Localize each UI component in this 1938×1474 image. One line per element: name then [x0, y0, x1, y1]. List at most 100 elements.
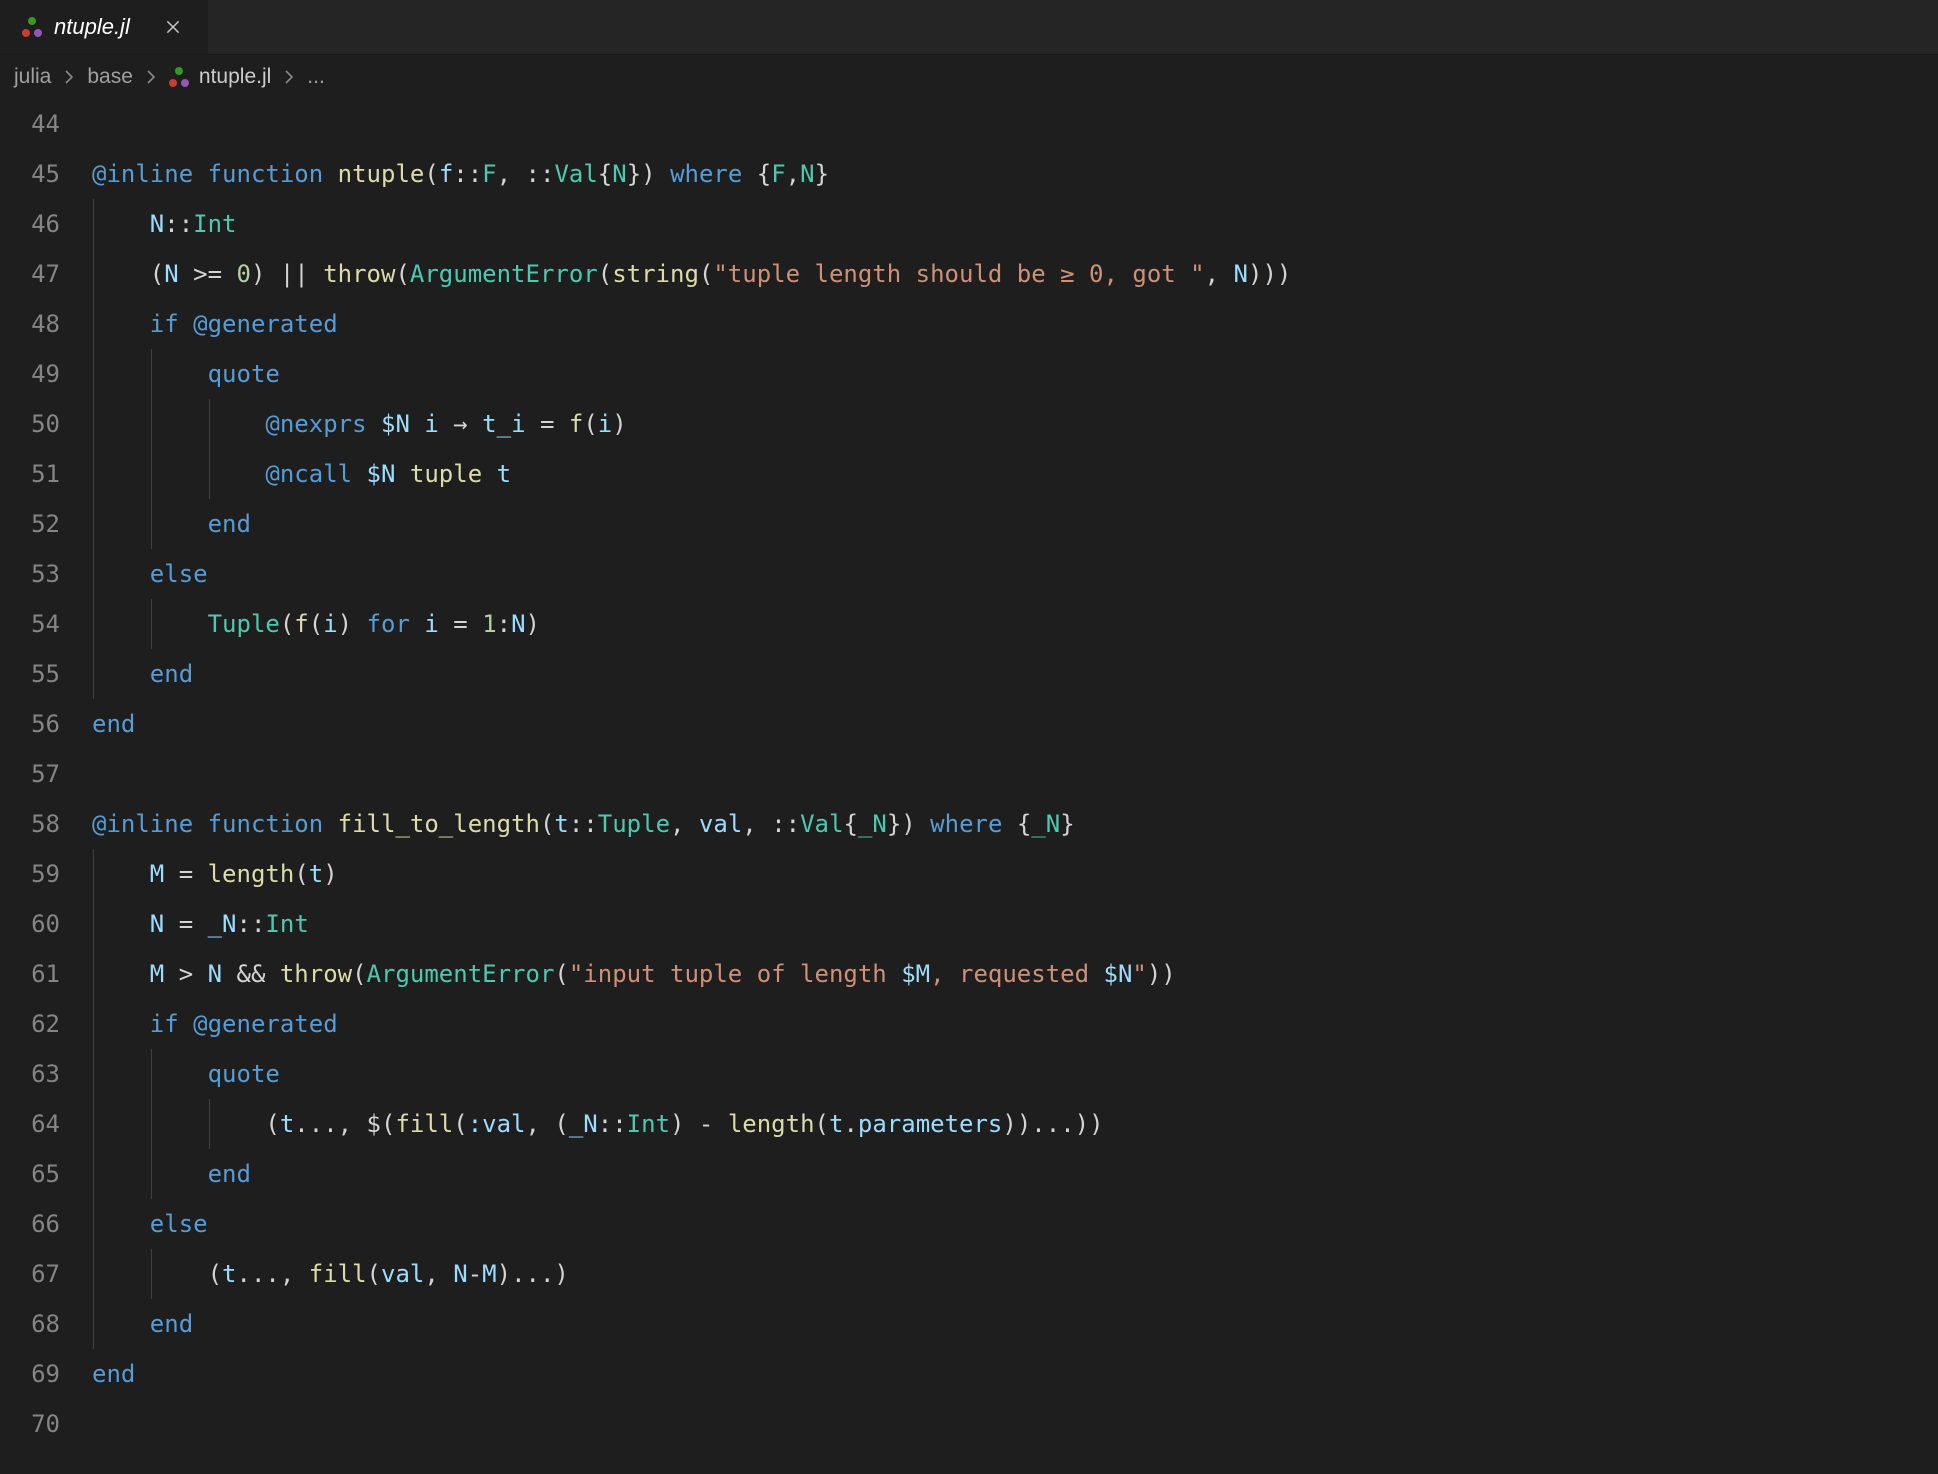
line-number: 48 [0, 299, 60, 349]
code-token [92, 560, 150, 588]
code-token: :: [453, 160, 482, 188]
code-line[interactable]: if @generated [92, 999, 1938, 1049]
code-area[interactable]: @inline function ntuple(f::F, ::Val{N}) … [90, 99, 1938, 1449]
code-line[interactable] [92, 99, 1938, 149]
code-line[interactable]: quote [92, 349, 1938, 399]
code-token [193, 810, 207, 838]
code-line[interactable]: M > N && throw(ArgumentError("input tupl… [92, 949, 1938, 999]
code-token [92, 410, 265, 438]
close-icon[interactable] [160, 14, 186, 40]
code-token [352, 460, 366, 488]
code-token: } [815, 160, 829, 188]
code-token [92, 1010, 150, 1038]
code-token: ) [526, 610, 540, 638]
code-token: ( [352, 960, 366, 988]
code-line[interactable]: @inline function fill_to_length(t::Tuple… [92, 799, 1938, 849]
code-line[interactable]: end [92, 499, 1938, 549]
code-line[interactable]: (t..., fill(val, N-M)...) [92, 1249, 1938, 1299]
code-line[interactable] [92, 1399, 1938, 1449]
code-token: ArgumentError [410, 260, 598, 288]
code-token: Tuple [598, 810, 670, 838]
code-token: length [208, 860, 295, 888]
code-token: t [497, 460, 511, 488]
code-token: && [222, 960, 280, 988]
editor-tab[interactable]: ntuple.jl [0, 0, 209, 54]
code-token: end [150, 660, 193, 688]
code-token: } [887, 810, 901, 838]
code-token: t [554, 810, 568, 838]
code-token: if [150, 1010, 179, 1038]
code-line[interactable]: (N >= 0) || throw(ArgumentError(string("… [92, 249, 1938, 299]
code-token: ( [280, 610, 294, 638]
code-token: , [670, 810, 699, 838]
code-line[interactable]: Tuple(f(i) for i = 1:N) [92, 599, 1938, 649]
code-line[interactable]: N = _N::Int [92, 899, 1938, 949]
code-token: :: [237, 910, 266, 938]
line-number: 63 [0, 1049, 60, 1099]
breadcrumb-item[interactable]: julia [14, 65, 51, 89]
line-number: 61 [0, 949, 60, 999]
code-editor[interactable]: 4445464748495051525354555657585960616263… [0, 99, 1938, 1449]
code-token: ) [323, 860, 337, 888]
code-line[interactable]: else [92, 1199, 1938, 1249]
code-token: } [1060, 810, 1074, 838]
code-token: t [280, 1110, 294, 1138]
breadcrumb-item[interactable]: base [87, 65, 133, 89]
code-token: . [843, 1110, 857, 1138]
indent-guide [93, 1299, 94, 1349]
line-number: 50 [0, 399, 60, 449]
code-line[interactable]: @ncall $N tuple t [92, 449, 1938, 499]
code-token: :: [771, 810, 800, 838]
code-token: :: [526, 160, 555, 188]
code-line[interactable]: M = length(t) [92, 849, 1938, 899]
indent-guide [151, 499, 152, 549]
code-line[interactable] [92, 749, 1938, 799]
code-token: , [786, 160, 800, 188]
code-line[interactable]: end [92, 1349, 1938, 1399]
code-token: where [670, 160, 742, 188]
indent-guide [151, 399, 152, 449]
line-number: 45 [0, 149, 60, 199]
code-line[interactable]: @nexprs $N i → t_i = f(i) [92, 399, 1938, 449]
code-token [92, 1060, 208, 1088]
code-token: Int [627, 1110, 670, 1138]
code-token [92, 860, 150, 888]
indent-guide [93, 249, 94, 299]
code-line[interactable]: end [92, 699, 1938, 749]
breadcrumb-item[interactable]: ntuple.jl [169, 65, 271, 89]
code-token: Val [800, 810, 843, 838]
code-token: { [1002, 810, 1031, 838]
line-number: 66 [0, 1199, 60, 1249]
code-line[interactable]: (t..., $(fill(:val, (_N::Int) - length(t… [92, 1099, 1938, 1149]
code-token: } [627, 160, 641, 188]
code-token: ( [699, 260, 713, 288]
code-token: >= [179, 260, 237, 288]
code-line[interactable]: quote [92, 1049, 1938, 1099]
indent-guide [151, 1099, 152, 1149]
code-line[interactable]: end [92, 1149, 1938, 1199]
code-token: Tuple [208, 610, 280, 638]
code-token [92, 610, 208, 638]
code-token: _N [208, 910, 237, 938]
code-token: throw [280, 960, 352, 988]
code-token [323, 160, 337, 188]
code-token: { [598, 160, 612, 188]
code-token [92, 1160, 208, 1188]
code-token: @inline [92, 160, 193, 188]
julia-dots-icon [169, 67, 189, 87]
code-line[interactable]: else [92, 549, 1938, 599]
indent-guide [93, 949, 94, 999]
code-line[interactable]: end [92, 1299, 1938, 1349]
code-line[interactable]: @inline function ntuple(f::F, ::Val{N}) … [92, 149, 1938, 199]
code-token: "tuple length should be ≥ 0, got " [713, 260, 1204, 288]
code-line[interactable]: N::Int [92, 199, 1938, 249]
code-token [367, 410, 381, 438]
line-number: 69 [0, 1349, 60, 1399]
code-token [92, 910, 150, 938]
code-line[interactable]: end [92, 649, 1938, 699]
indent-guide [93, 999, 94, 1049]
breadcrumb-item[interactable]: ... [307, 65, 325, 89]
code-token: val [381, 1260, 424, 1288]
code-line[interactable]: if @generated [92, 299, 1938, 349]
chevron-right-icon [281, 69, 297, 85]
